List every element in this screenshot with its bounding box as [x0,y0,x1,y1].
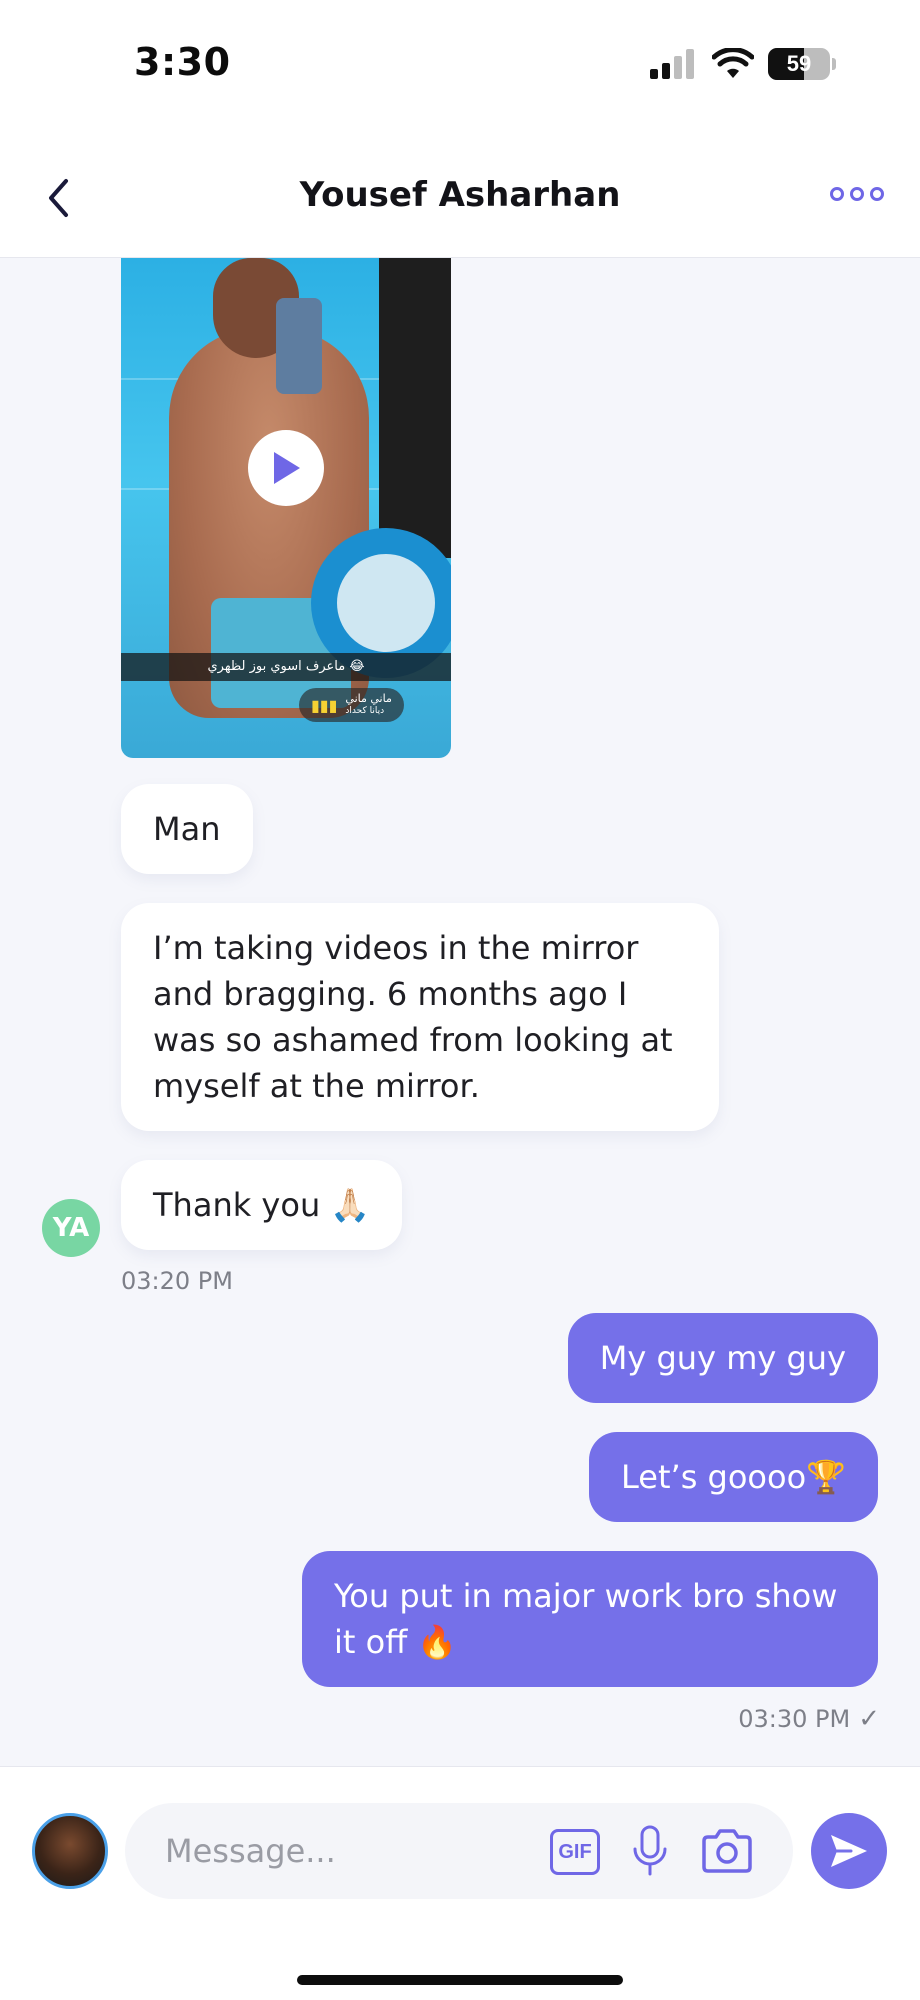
incoming-message[interactable]: I’m taking videos in the mirror and brag… [121,903,719,1131]
checkmark-icon: ✓ [858,1704,880,1734]
status-icons: 59 [650,48,836,80]
status-time: 3:30 [134,40,231,84]
incoming-message[interactable]: Man [121,784,253,874]
contact-name[interactable]: Yousef Asharhan [0,175,920,215]
music-title: ماني ماني [345,692,392,705]
chat-area[interactable]: ماعرف اسوي بوز لظهري 😂 ▮▮▮ ماني ماني ديا… [0,258,920,1766]
video-message[interactable]: ماعرف اسوي بوز لظهري 😂 ▮▮▮ ماني ماني ديا… [121,258,451,758]
user-avatar[interactable] [32,1813,108,1889]
more-options-button[interactable] [830,182,890,206]
play-button[interactable] [248,430,324,506]
music-icon: ▮▮▮ [311,695,338,715]
cellular-signal-icon [650,49,694,79]
message-input-container[interactable]: GIF [125,1803,793,1899]
outgoing-timestamp-row: 03:30 PM ✓ [738,1704,880,1734]
home-indicator [297,1975,623,1985]
microphone-icon [633,1825,667,1876]
battery-icon: 59 [768,48,830,80]
play-icon [274,452,300,484]
more-options-icon [830,187,844,201]
outgoing-timestamp: 03:30 PM [738,1705,851,1733]
incoming-timestamp: 03:20 PM [121,1267,233,1295]
battery-level: 59 [786,51,812,76]
music-artist: ديانا كحداد [345,706,385,716]
message-input[interactable] [165,1825,495,1877]
music-tag: ▮▮▮ ماني ماني ديانا كحداد [299,688,404,722]
status-bar: 3:30 59 [0,0,920,135]
send-icon [831,1835,867,1867]
video-caption: ماعرف اسوي بوز لظهري 😂 [121,653,451,681]
incoming-message[interactable]: Thank you 🙏🏻 [121,1160,403,1250]
send-button[interactable] [811,1813,887,1889]
outgoing-message[interactable]: My guy my guy [567,1313,878,1403]
message-composer: GIF [0,1766,920,2000]
camera-button[interactable] [700,1827,754,1875]
wifi-icon [712,48,754,78]
outgoing-message[interactable]: Let’s goooo🏆 [589,1432,878,1522]
outgoing-message[interactable]: You put in major work bro show it off 🔥 [302,1551,878,1687]
chat-header: Yousef Asharhan [0,135,920,258]
camera-icon [702,1829,752,1873]
gif-button[interactable]: GIF [550,1829,600,1875]
microphone-button[interactable] [630,1825,670,1877]
avatar[interactable]: YA [42,1199,100,1257]
